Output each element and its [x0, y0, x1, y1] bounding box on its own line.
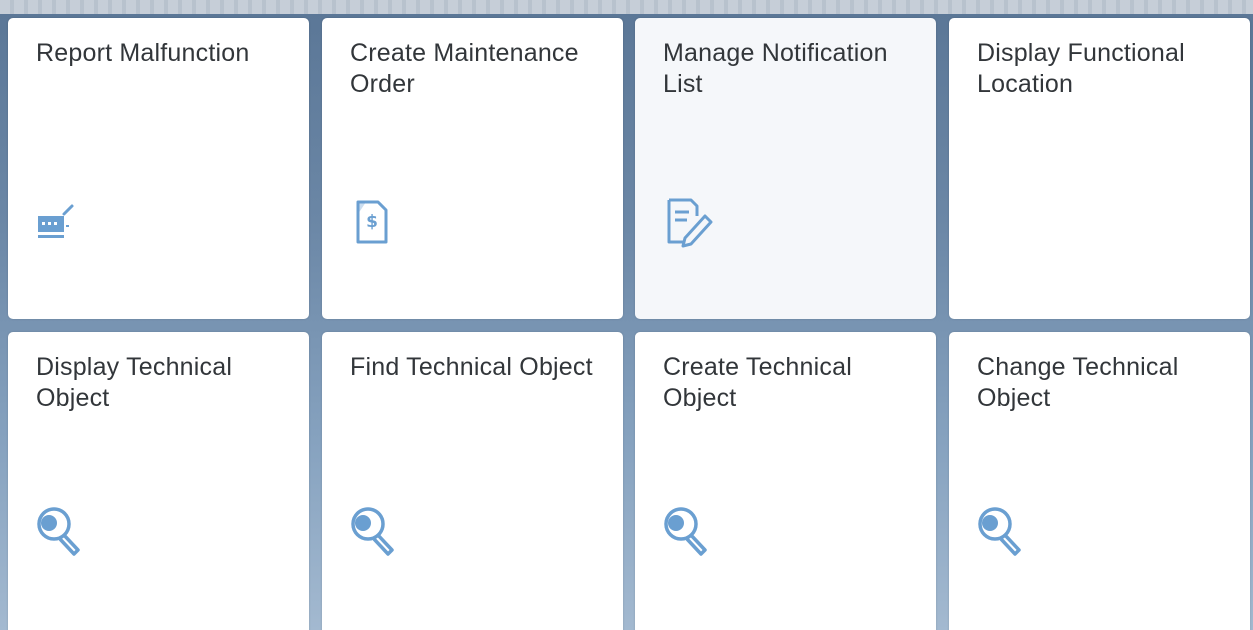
svg-text:$: $	[366, 212, 378, 232]
tile-find-technical-object[interactable]: Find Technical Object	[322, 332, 623, 630]
notification-list-icon	[661, 194, 717, 250]
technical-object-icon	[348, 504, 404, 560]
tile-display-functional-location[interactable]: Display Functional Location	[949, 18, 1250, 319]
top-strip	[0, 0, 1253, 14]
tile-title: Display Technical Object	[36, 353, 233, 412]
tile-change-technical-object[interactable]: Change Technical Object	[949, 332, 1250, 630]
tile-title: Manage Notification List	[663, 39, 888, 98]
tile-create-maintenance-order[interactable]: Create Maintenance Order $	[322, 18, 623, 319]
tile-display-technical-object[interactable]: Display Technical Object	[8, 332, 309, 630]
tile-title: Create Technical Object	[663, 353, 852, 412]
maintenance-order-icon: $	[348, 194, 404, 250]
tile-title: Find Technical Object	[350, 353, 593, 381]
tile-create-technical-object[interactable]: Create Technical Object	[635, 332, 936, 630]
tile-manage-notification-list[interactable]: Manage Notification List	[635, 18, 936, 319]
technical-object-icon	[34, 504, 90, 560]
tile-report-malfunction[interactable]: Report Malfunction	[8, 18, 309, 319]
tile-title: Create Maintenance Order	[350, 39, 579, 98]
report-malfunction-icon	[34, 194, 90, 250]
technical-object-icon	[975, 504, 1031, 560]
tile-title: Display Functional Location	[977, 39, 1185, 98]
tile-title: Report Malfunction	[36, 39, 250, 67]
tile-title: Change Technical Object	[977, 353, 1179, 412]
technical-object-icon	[661, 504, 717, 560]
